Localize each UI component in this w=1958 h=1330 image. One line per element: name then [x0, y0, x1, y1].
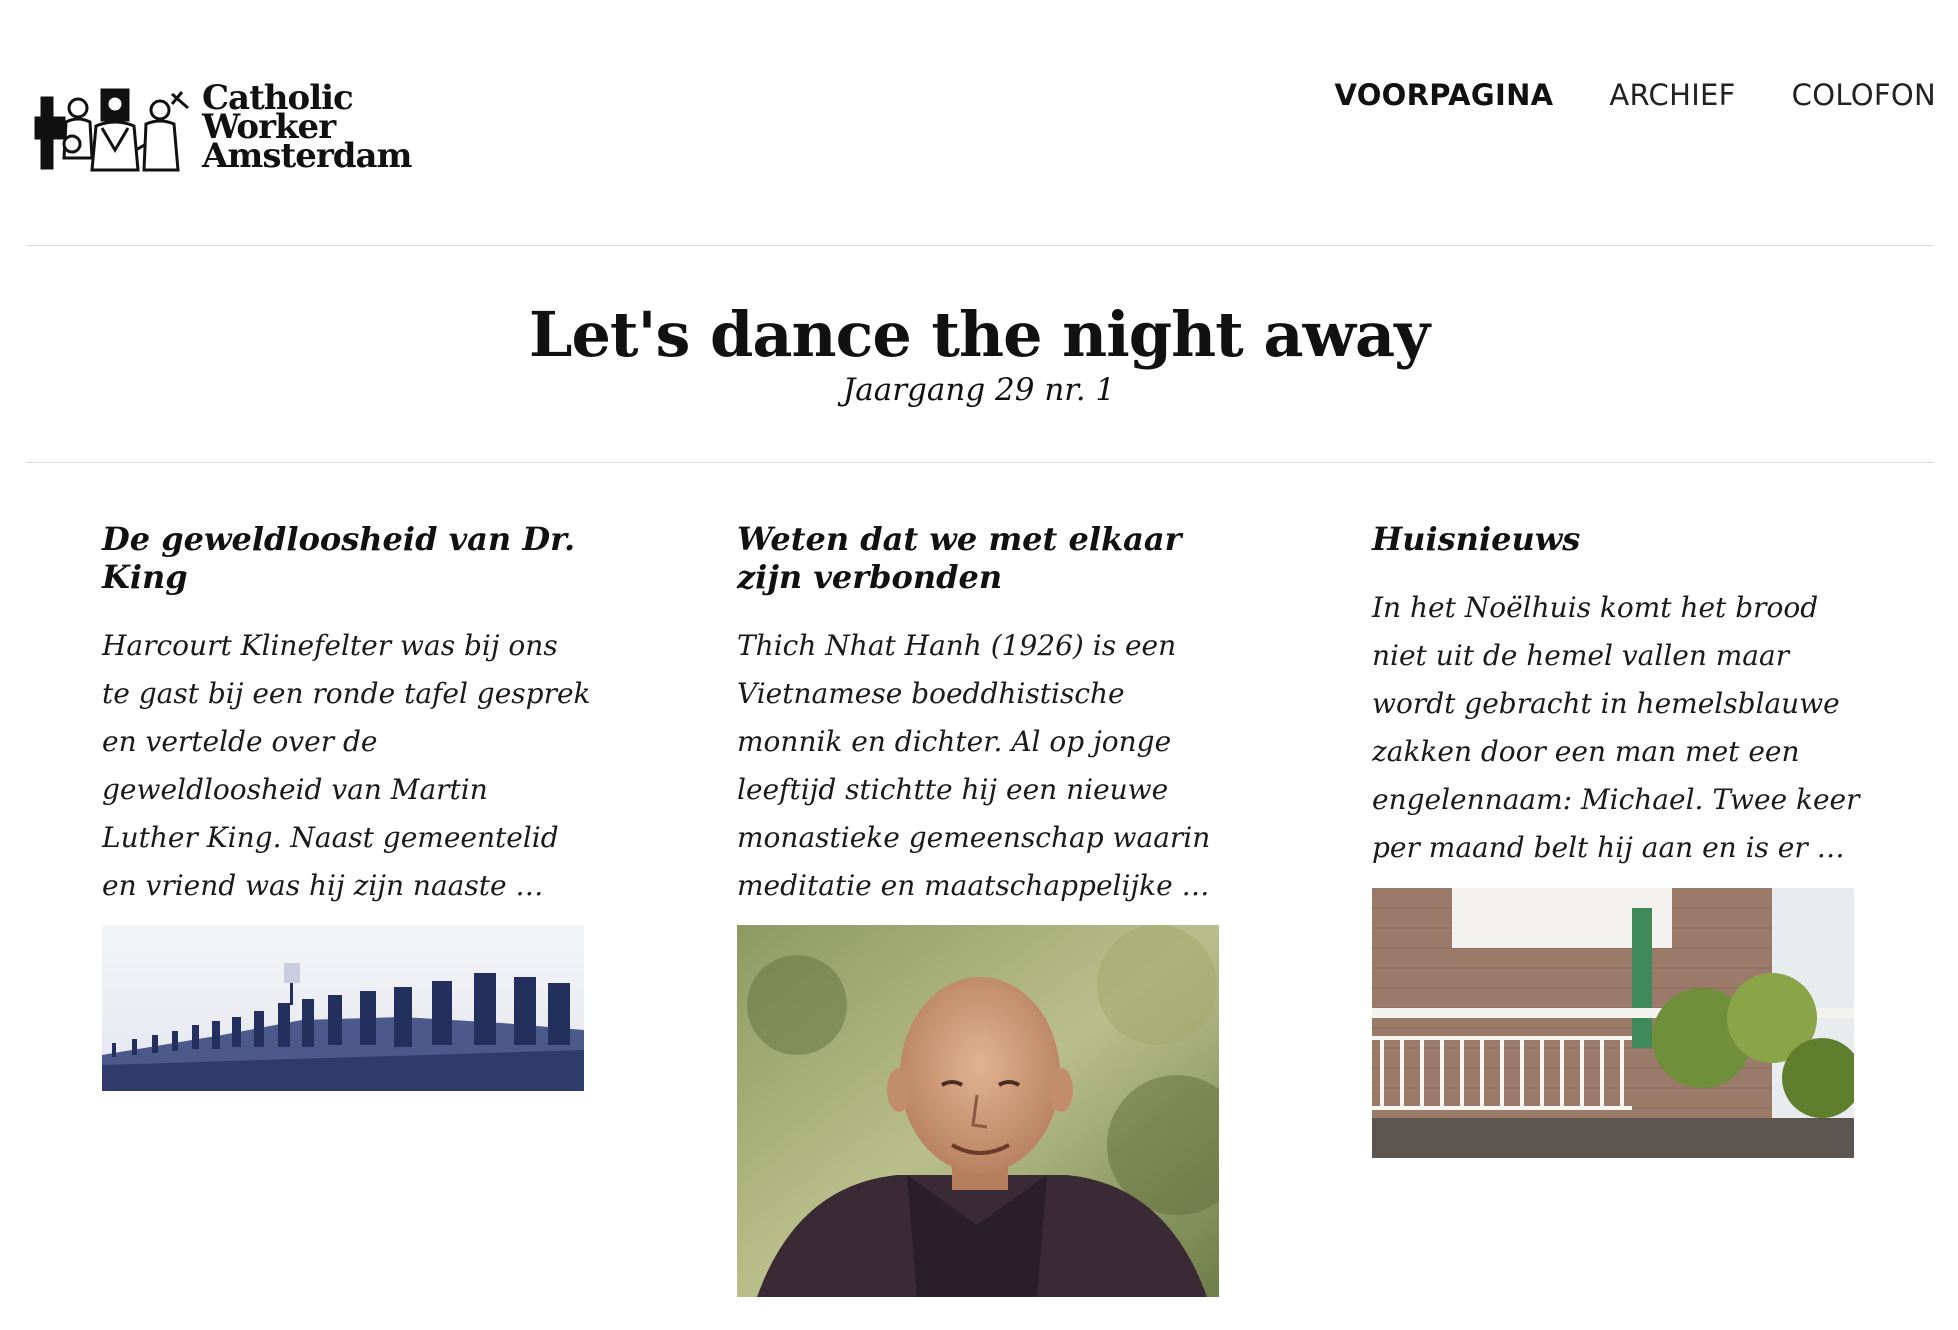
article-image-house[interactable]: [1372, 888, 1854, 1158]
article-image-march[interactable]: [102, 925, 584, 1091]
header-divider: [26, 245, 1934, 246]
site-header: Catholic Worker Amsterdam VOORPAGINA ARC…: [0, 0, 1958, 245]
article-excerpt: Thich Nhat Hanh (1926) is een Vietnamese…: [737, 629, 1211, 902]
logo-wordmark: Catholic Worker Amsterdam: [202, 81, 413, 176]
portrait-photo-icon: [737, 925, 1219, 1297]
article-card-2: Weten dat we met elkaar zijn verbonden T…: [737, 520, 1227, 910]
article-image-portrait[interactable]: [737, 925, 1219, 1297]
site-logo[interactable]: Catholic Worker Amsterdam: [32, 81, 413, 176]
article-card-3: Huisnieuws In het Noëlhuis komt het broo…: [1372, 520, 1862, 872]
article-card-1: De geweldloosheid van Dr. King Harcourt …: [102, 520, 592, 910]
nav-item-colofon[interactable]: COLOFON: [1792, 78, 1936, 112]
nav-item-voorpagina[interactable]: VOORPAGINA: [1334, 78, 1553, 112]
nav-item-archief[interactable]: ARCHIEF: [1609, 78, 1735, 112]
main-nav: VOORPAGINA ARCHIEF COLOFON: [1334, 78, 1936, 112]
logo-line-3: Amsterdam: [202, 136, 413, 176]
article-title[interactable]: Huisnieuws: [1372, 520, 1862, 558]
logo-figures-icon: [34, 88, 189, 172]
article-title[interactable]: Weten dat we met elkaar zijn verbonden: [737, 520, 1227, 596]
issue-title: Let's dance the night away: [528, 298, 1430, 371]
issue-subtitle: Jaargang 29 nr. 1: [842, 372, 1116, 408]
march-photo-icon: [102, 925, 584, 1091]
article-title[interactable]: De geweldloosheid van Dr. King: [102, 520, 592, 596]
house-photo-icon: [1372, 888, 1854, 1158]
issue-divider: [26, 462, 1934, 463]
article-excerpt: Harcourt Klinefelter was bij ons te gast…: [102, 629, 591, 902]
article-excerpt: In het Noëlhuis komt het brood niet uit …: [1372, 591, 1860, 864]
